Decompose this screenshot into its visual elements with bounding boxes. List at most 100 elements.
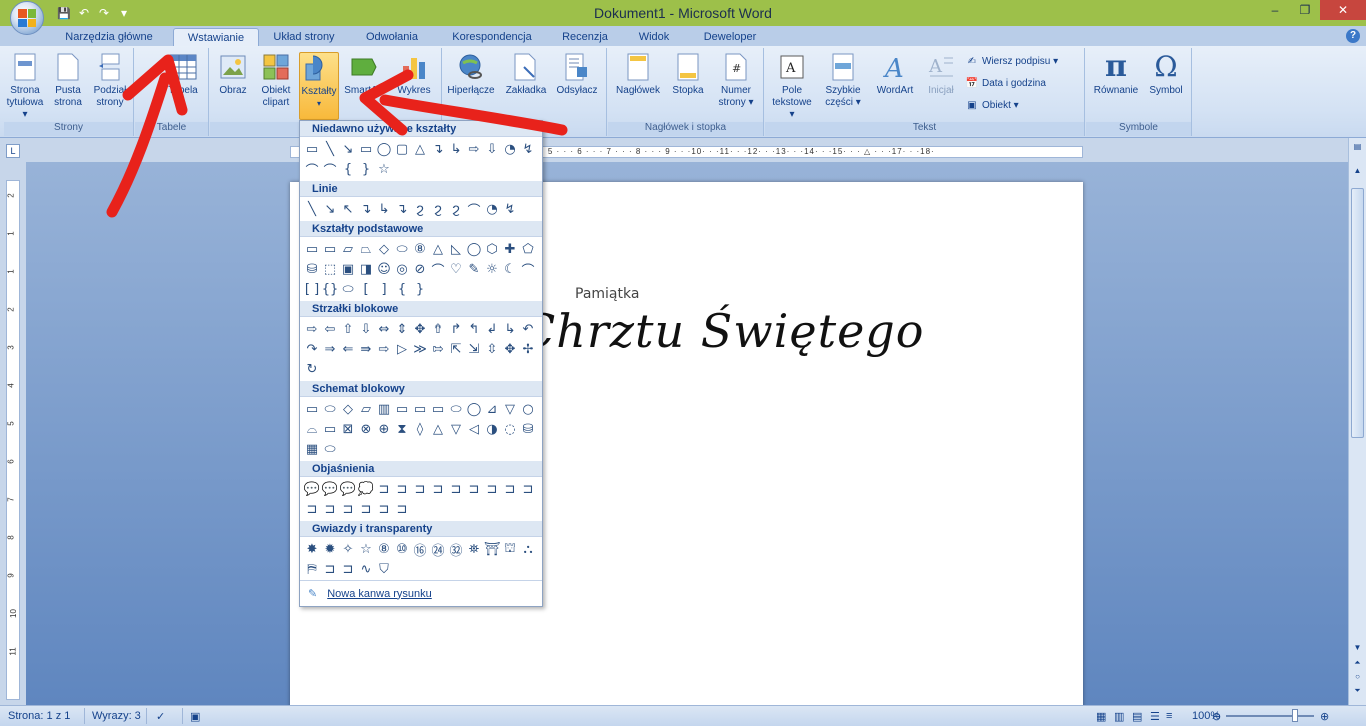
shape-option[interactable]: {	[339, 159, 357, 179]
shape-option[interactable]: ⇕	[393, 319, 411, 339]
shape-option[interactable]: ⊐	[411, 479, 429, 499]
shape-option[interactable]: ○	[519, 399, 537, 419]
shape-option[interactable]: ⑧	[375, 539, 393, 559]
picture-button[interactable]: Obraz	[216, 52, 250, 97]
shape-option[interactable]: ↲	[483, 319, 501, 339]
shape-option[interactable]: ↯	[519, 139, 537, 159]
shape-option[interactable]: [	[357, 279, 375, 299]
shape-option[interactable]: ◨	[357, 259, 375, 279]
shape-option[interactable]: ↻	[303, 359, 321, 379]
shape-option[interactable]: ☆	[357, 539, 375, 559]
zoom-out-icon[interactable]: ⊖	[1212, 710, 1221, 723]
smartart-button[interactable]: SmartArt	[342, 52, 386, 97]
proofing-icon[interactable]: ✓	[156, 710, 165, 723]
shape-option[interactable]: ⌒	[321, 159, 339, 179]
shape-option[interactable]: ⊐	[447, 479, 465, 499]
shape-option[interactable]: △	[429, 419, 447, 439]
shape-option[interactable]: ⊐	[501, 479, 519, 499]
shape-option[interactable]: ⊐	[393, 499, 411, 519]
shape-option[interactable]: ⬚	[321, 259, 339, 279]
scroll-thumb[interactable]	[1351, 188, 1364, 438]
shape-option[interactable]: ⇒	[321, 339, 339, 359]
shape-option[interactable]: ⧗	[393, 419, 411, 439]
cover-page-button[interactable]: Strona tytułowa ▾	[6, 52, 44, 121]
shape-option[interactable]: ▦	[303, 439, 321, 459]
shape-option[interactable]: ⇳	[483, 339, 501, 359]
shape-option[interactable]: ✹	[321, 539, 339, 559]
previous-page-icon[interactable]: ⏶	[1351, 658, 1364, 670]
shape-option[interactable]: ⇨	[303, 319, 321, 339]
shape-option[interactable]: ⇩	[357, 319, 375, 339]
shape-option[interactable]: ⇧	[339, 319, 357, 339]
shape-option[interactable]: ♡	[447, 259, 465, 279]
tab-widok[interactable]: Widok	[628, 28, 680, 46]
shape-option[interactable]: ⛁	[303, 259, 321, 279]
shape-option[interactable]: ◇	[375, 239, 393, 259]
shape-option[interactable]: ◔	[501, 139, 519, 159]
shape-option[interactable]: ⬠	[519, 239, 537, 259]
shape-option[interactable]: ⛯	[465, 539, 483, 559]
shape-option[interactable]: ▱	[339, 239, 357, 259]
shape-option[interactable]: ↴	[429, 139, 447, 159]
shape-option[interactable]: ⇲	[465, 339, 483, 359]
shape-option[interactable]: ⏢	[357, 239, 375, 259]
clipart-button[interactable]: Obiekt clipart	[256, 52, 296, 109]
object-button[interactable]: ▣ Obiekt ▾	[965, 98, 1018, 112]
shape-option[interactable]: ]	[375, 279, 393, 299]
tab-recenzja[interactable]: Recenzja	[554, 28, 616, 46]
shape-option[interactable]: ⊐	[339, 559, 357, 579]
shape-option[interactable]: ↘	[339, 139, 357, 159]
shape-option[interactable]: ☆	[375, 159, 393, 179]
shape-option[interactable]: ⊐	[339, 499, 357, 519]
shape-option[interactable]: ⊐	[303, 499, 321, 519]
shape-option[interactable]: ◺	[447, 239, 465, 259]
shape-option[interactable]: ⊐	[375, 479, 393, 499]
shape-option[interactable]: ╲	[303, 199, 321, 219]
shape-option[interactable]: ⬭	[447, 399, 465, 419]
shape-option[interactable]: ▭	[393, 399, 411, 419]
page-break-button[interactable]: Podział strony	[90, 52, 130, 109]
shape-option[interactable]: ◁	[465, 419, 483, 439]
shape-option[interactable]: ✧	[339, 539, 357, 559]
shape-option[interactable]: ⊐	[357, 499, 375, 519]
shape-option[interactable]: 💭	[357, 479, 375, 499]
tab-korespondencja[interactable]: Korespondencja	[442, 28, 542, 46]
shape-option[interactable]: ▣	[339, 259, 357, 279]
equation-button[interactable]: π Równanie	[1090, 52, 1142, 97]
close-button[interactable]: ✕	[1320, 0, 1366, 20]
drop-cap-button[interactable]: A Inicjał	[921, 52, 961, 97]
shape-option[interactable]: ↷	[303, 339, 321, 359]
shapes-button[interactable]: Kształty ▾	[299, 52, 339, 120]
full-screen-view-icon[interactable]: ▥	[1114, 710, 1124, 723]
zoom-slider[interactable]	[1226, 715, 1314, 717]
text-box-button[interactable]: A Pole tekstowe ▾	[769, 52, 815, 121]
zoom-in-icon[interactable]: ⊕	[1320, 710, 1329, 723]
shape-option[interactable]: ↱	[447, 319, 465, 339]
shape-option[interactable]: ⊐	[519, 479, 537, 499]
shape-option[interactable]: ㉔	[429, 539, 447, 559]
help-icon[interactable]: ?	[1346, 29, 1360, 43]
table-button[interactable]: Tabela	[161, 52, 205, 97]
draft-view-icon[interactable]: ≡	[1166, 710, 1172, 722]
shape-option[interactable]: ⌓	[303, 419, 321, 439]
tab-odwolania[interactable]: Odwołania	[356, 28, 428, 46]
shape-option[interactable]: ⊕	[375, 419, 393, 439]
shape-option[interactable]: }	[357, 159, 375, 179]
shape-option[interactable]: ▭	[303, 139, 321, 159]
next-page-icon[interactable]: ⏷	[1351, 686, 1364, 698]
tab-deweloper[interactable]: Deweloper	[692, 28, 768, 46]
shape-option[interactable]: ╲	[321, 139, 339, 159]
shape-option[interactable]: ⊐	[393, 479, 411, 499]
page-count[interactable]: Strona: 1 z 1	[8, 710, 70, 722]
symbol-button[interactable]: Ω Symbol	[1144, 52, 1188, 97]
footer-button[interactable]: Stopka	[668, 52, 708, 97]
shape-option[interactable]: ≫	[411, 339, 429, 359]
shape-option[interactable]: ㉜	[447, 539, 465, 559]
shape-option[interactable]: ✚	[501, 239, 519, 259]
tab-selector-button[interactable]: L	[6, 144, 20, 158]
shape-option[interactable]: ☼	[483, 259, 501, 279]
shape-option[interactable]: ▭	[303, 239, 321, 259]
tab-wstawianie[interactable]: Wstawianie	[173, 28, 259, 46]
shape-option[interactable]: ⊗	[357, 419, 375, 439]
shape-option[interactable]: ◊	[411, 419, 429, 439]
